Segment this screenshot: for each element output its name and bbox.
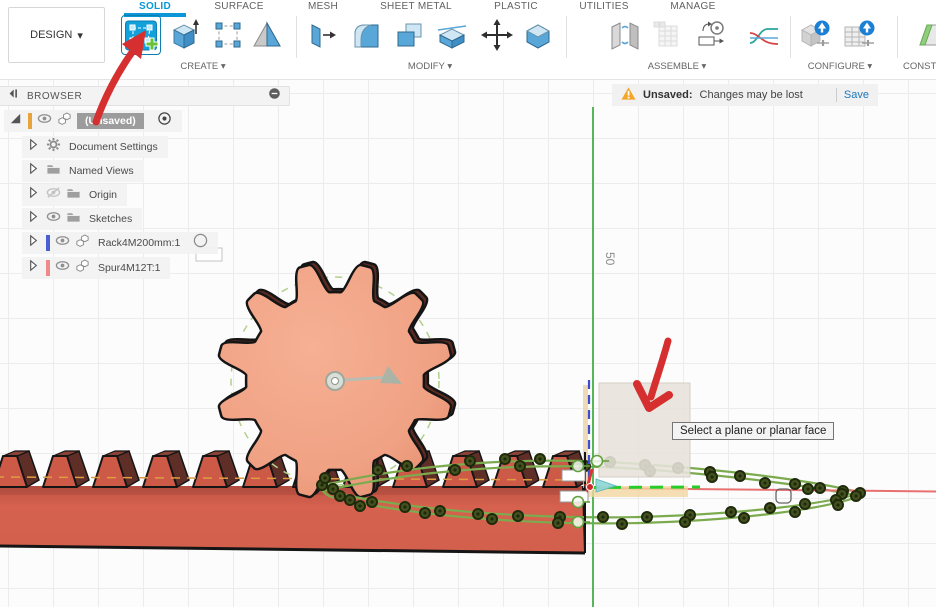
bom-table-icon[interactable] <box>647 16 685 54</box>
toolbar-separator <box>296 16 297 58</box>
design-menu-button[interactable]: DESIGN ▾ <box>8 7 105 63</box>
component-color-bar <box>28 113 32 129</box>
dimension-box[interactable] <box>562 470 585 481</box>
combine-icon[interactable] <box>391 16 429 54</box>
selection-circle-icon[interactable] <box>193 233 208 253</box>
tangent-curves-icon[interactable] <box>745 16 783 54</box>
caret-down-icon: ▾ <box>77 29 83 42</box>
component-color-bar <box>46 260 50 276</box>
chevron-icon[interactable] <box>26 137 41 157</box>
toolbar-separator <box>566 16 567 58</box>
save-button[interactable]: Save <box>844 89 869 101</box>
toolbar: DESIGN ▾ SOLID SURFACE MESH SHEET METAL PLAS… <box>0 0 936 80</box>
chevron-icon[interactable] <box>26 185 41 205</box>
eye-icon[interactable] <box>37 111 52 131</box>
row-label: Sketches <box>86 213 132 225</box>
sketch-nodes-icon[interactable] <box>209 16 247 54</box>
group-label-assemble[interactable]: ASSEMBLE ▾ <box>648 61 707 72</box>
eye-icon[interactable] <box>55 233 70 253</box>
fusion-window: 50 DESIGN ▾ SOLID SURFACE MESH SHEET METAL P… <box>0 0 936 607</box>
row-label: Named Views <box>66 165 134 177</box>
slot-glyph <box>776 489 791 503</box>
group-label-create[interactable]: CREATE ▾ <box>180 61 225 72</box>
toolbar-separator <box>790 16 791 58</box>
tab-sheet-metal[interactable]: SHEET METAL <box>380 1 452 12</box>
chevron-icon[interactable] <box>26 233 41 253</box>
unsaved-title: Unsaved: <box>643 89 693 101</box>
browser-row-origin[interactable]: Origin <box>22 184 127 206</box>
move-icon[interactable] <box>478 16 516 54</box>
browser-row-rack4m200mm-1[interactable]: Rack4M200mm:1 <box>22 232 218 254</box>
selection-tooltip: Select a plane or planar face <box>672 422 834 440</box>
eye-icon[interactable] <box>46 209 61 229</box>
tab-mesh[interactable]: MESH <box>308 1 338 12</box>
browser-title: BROWSER <box>27 91 262 102</box>
press-pull-icon[interactable] <box>303 16 341 54</box>
tab-solid[interactable]: SOLID <box>139 1 171 12</box>
browser-row-spur4m12t-1[interactable]: Spur4M12T:1 <box>22 257 170 279</box>
row-label: Origin <box>86 189 117 201</box>
component-icon[interactable] <box>75 258 90 278</box>
motion-link-icon[interactable] <box>692 16 730 54</box>
eye-hidden-icon[interactable] <box>46 185 61 205</box>
tab-plastic[interactable]: PLASTIC <box>494 1 538 12</box>
browser-row--unsaved-[interactable]: (Unsaved) <box>4 110 182 132</box>
component-icon[interactable] <box>75 233 90 253</box>
browser-header: BROWSER <box>0 86 290 106</box>
group-label-configure[interactable]: CONFIGURE ▾ <box>808 61 872 72</box>
configuration-icon[interactable] <box>795 16 833 54</box>
chevron-icon[interactable] <box>26 209 41 229</box>
collapse-panel-icon[interactable] <box>8 87 21 105</box>
extrude-icon[interactable] <box>165 16 203 54</box>
eye-icon[interactable] <box>55 258 70 278</box>
chevron-icon[interactable] <box>26 161 41 181</box>
divider <box>836 88 837 102</box>
tab-manage[interactable]: MANAGE <box>670 1 715 12</box>
minimize-panel-icon[interactable] <box>268 87 281 105</box>
component-color-bar <box>46 235 50 251</box>
folder-icon[interactable] <box>66 209 81 229</box>
group-label-modify[interactable]: MODIFY ▾ <box>408 61 452 72</box>
folder-icon[interactable] <box>66 185 81 205</box>
browser-panel: BROWSER (Unsaved) Document Settings Named … <box>0 86 290 286</box>
gear-icon[interactable] <box>46 137 61 157</box>
folder-icon[interactable] <box>46 161 61 181</box>
row-label: Document Settings <box>66 141 158 153</box>
unsaved-message: Changes may be lost <box>700 89 829 101</box>
tab-surface[interactable]: SURFACE <box>214 1 263 12</box>
chevron-icon[interactable] <box>26 258 41 278</box>
radio-target-icon[interactable] <box>157 111 172 131</box>
construct-plane-icon[interactable] <box>912 16 936 54</box>
fillet-icon[interactable] <box>347 16 385 54</box>
unsaved-warning-bar: Unsaved: Changes may be lost Save <box>612 84 878 106</box>
rack-body[interactable] <box>0 451 589 553</box>
configuration-table-icon[interactable] <box>839 16 877 54</box>
design-menu-label: DESIGN <box>30 29 72 41</box>
browser-row-document-settings[interactable]: Document Settings <box>22 136 168 158</box>
row-label: (Unsaved) <box>77 113 144 129</box>
joint-icon[interactable] <box>606 16 644 54</box>
revolve-icon[interactable] <box>248 16 286 54</box>
toolbar-separator <box>897 16 898 58</box>
expanded-triangle-icon[interactable] <box>8 111 23 131</box>
row-label: Rack4M200mm:1 <box>95 237 180 249</box>
tab-utilities[interactable]: UTILITIES <box>579 1 628 12</box>
component-icon[interactable] <box>57 111 72 131</box>
group-label-const[interactable]: CONST <box>903 61 936 72</box>
warning-icon <box>621 86 636 104</box>
create-sketch-icon[interactable] <box>122 16 160 54</box>
chamfer-icon[interactable] <box>519 16 557 54</box>
browser-row-sketches[interactable]: Sketches <box>22 208 142 230</box>
browser-row-named-views[interactable]: Named Views <box>22 160 144 182</box>
split-body-icon[interactable] <box>433 16 471 54</box>
row-label: Spur4M12T:1 <box>95 262 160 274</box>
axis-dimension-label: 50 <box>603 252 617 266</box>
